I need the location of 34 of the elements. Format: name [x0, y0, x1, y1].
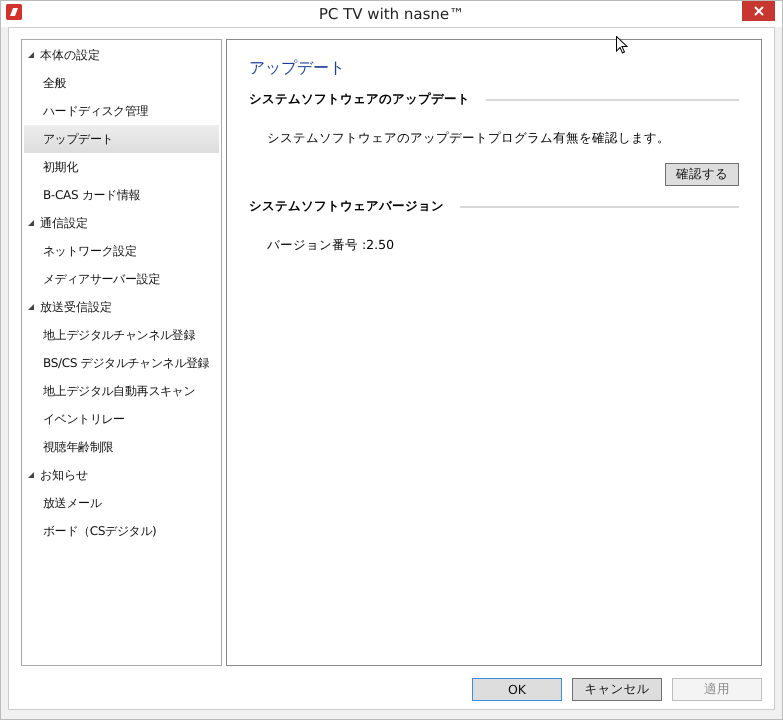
close-icon [754, 6, 764, 16]
sidebar-item[interactable]: 放送メール [24, 489, 219, 517]
description-text: システムソフトウェアのアップデートプログラム有無を確認します。 [267, 130, 671, 147]
sidebar-item[interactable]: 全般 [24, 69, 219, 97]
sidebar-item[interactable]: 初期化 [24, 153, 219, 181]
expanded-triangle-icon[interactable] [28, 52, 34, 58]
expanded-triangle-icon[interactable] [28, 304, 34, 310]
sidebar-item[interactable]: B-CAS カード情報 [24, 181, 219, 209]
check-button[interactable]: 確認する [665, 163, 739, 186]
sidebar-item[interactable]: 地上デジタル自動再スキャン [24, 377, 219, 405]
expanded-triangle-icon[interactable] [28, 472, 34, 478]
section-heading: システムソフトウェアバージョン [249, 198, 444, 215]
dialog-button[interactable]: OK [472, 678, 562, 701]
page-title: アップデート [249, 58, 346, 79]
close-button[interactable] [742, 1, 775, 21]
expanded-triangle-icon[interactable] [28, 220, 34, 226]
sidebar-item[interactable]: メディアサーバー設定 [24, 265, 219, 293]
sidebar-item[interactable]: イベントリレー [24, 405, 219, 433]
tree-group[interactable]: 通信設定 [22, 209, 221, 237]
app-icon [6, 4, 22, 20]
sidebar-item[interactable]: 視聴年齢制限 [24, 433, 219, 461]
sidebar-item[interactable]: ネットワーク設定 [24, 237, 219, 265]
tree-group[interactable]: 放送受信設定 [22, 293, 221, 321]
sidebar-item[interactable]: アップデート [24, 125, 219, 153]
sidebar-item[interactable]: ハードディスク管理 [24, 97, 219, 125]
sidebar-item[interactable]: BS/CS デジタルチャンネル登録 [24, 349, 219, 377]
description-text: バージョン番号 :2.50 [267, 237, 396, 254]
tree-group[interactable]: お知らせ [22, 461, 221, 489]
section-heading: システムソフトウェアのアップデート [249, 91, 470, 108]
sidebar-item[interactable]: 地上デジタルチャンネル登録 [24, 321, 219, 349]
tree-group[interactable]: 本体の設定 [22, 41, 221, 69]
sidebar-item[interactable]: ボード（CSデジタル) [24, 517, 219, 545]
dialog-button[interactable]: キャンセル [572, 678, 662, 701]
window-title: PC TV with nasne™ [318, 5, 464, 23]
